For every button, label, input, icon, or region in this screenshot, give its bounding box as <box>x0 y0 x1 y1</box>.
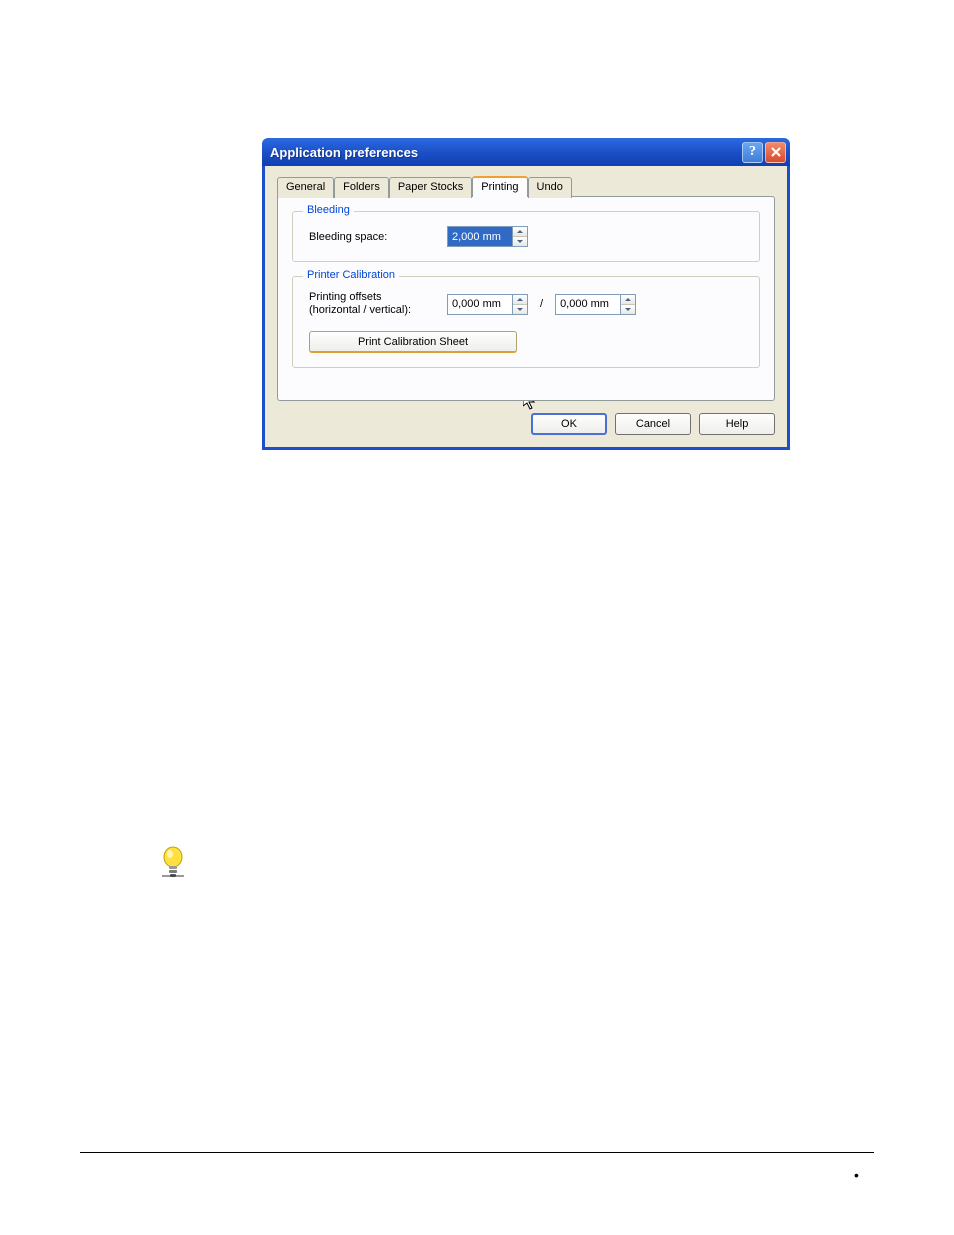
spin-down-button[interactable] <box>621 305 635 314</box>
bleeding-space-spinner[interactable] <box>447 226 528 247</box>
help-icon: ? <box>749 144 756 160</box>
offsets-label-line1: Printing offsets <box>309 291 439 304</box>
dialog: Application preferences ? General Folder… <box>262 138 790 450</box>
title-bar-buttons: ? <box>742 142 786 163</box>
lightbulb-icon <box>160 846 186 880</box>
offsets-label-line2: (horizontal / vertical): <box>309 304 439 317</box>
dialog-body: General Folders Paper Stocks Printing Un… <box>262 166 790 450</box>
spinner-buttons <box>620 294 636 315</box>
help-button[interactable]: Help <box>699 413 775 435</box>
bleeding-legend: Bleeding <box>303 204 354 216</box>
bleeding-space-input[interactable] <box>447 226 512 247</box>
context-help-button[interactable]: ? <box>742 142 763 163</box>
offset-separator: / <box>536 298 547 310</box>
dialog-button-row: OK Cancel Help <box>277 413 775 435</box>
title-bar[interactable]: Application preferences ? <box>262 138 790 166</box>
bleeding-row: Bleeding space: <box>309 226 747 247</box>
spin-up-button[interactable] <box>621 295 635 305</box>
chevron-down-icon <box>517 240 523 243</box>
spin-up-button[interactable] <box>513 227 527 237</box>
spin-down-button[interactable] <box>513 305 527 314</box>
window-title: Application preferences <box>270 145 742 160</box>
offset-horizontal-spinner[interactable] <box>447 294 528 315</box>
tab-undo[interactable]: Undo <box>528 177 572 198</box>
spin-up-button[interactable] <box>513 295 527 305</box>
tab-general[interactable]: General <box>277 177 334 198</box>
bleeding-space-label: Bleeding space: <box>309 231 439 243</box>
close-button[interactable] <box>765 142 786 163</box>
offsets-row: Printing offsets (horizontal / vertical)… <box>309 291 747 317</box>
chevron-down-icon <box>625 308 631 311</box>
spinner-buttons <box>512 294 528 315</box>
chevron-up-icon <box>625 298 631 301</box>
page-rule <box>80 1152 874 1153</box>
tab-panel-printing: Bleeding Bleeding space: Printer Calibra… <box>277 196 775 401</box>
spinner-buttons <box>512 226 528 247</box>
offsets-label: Printing offsets (horizontal / vertical)… <box>309 291 439 317</box>
bleeding-group: Bleeding Bleeding space: <box>292 211 760 262</box>
chevron-down-icon <box>517 308 523 311</box>
chevron-up-icon <box>517 230 523 233</box>
tab-strip: General Folders Paper Stocks Printing Un… <box>277 176 775 197</box>
offset-vertical-input[interactable] <box>555 294 620 315</box>
print-calibration-sheet-button[interactable]: Print Calibration Sheet <box>309 331 517 353</box>
tab-paper-stocks[interactable]: Paper Stocks <box>389 177 472 198</box>
spin-down-button[interactable] <box>513 237 527 246</box>
offset-vertical-spinner[interactable] <box>555 294 636 315</box>
ok-button[interactable]: OK <box>531 413 607 435</box>
offset-horizontal-input[interactable] <box>447 294 512 315</box>
printer-calibration-group: Printer Calibration Printing offsets (ho… <box>292 276 760 368</box>
close-icon <box>771 144 781 160</box>
tab-folders[interactable]: Folders <box>334 177 389 198</box>
calibration-legend: Printer Calibration <box>303 269 399 281</box>
chevron-up-icon <box>517 298 523 301</box>
tab-printing[interactable]: Printing <box>472 176 527 197</box>
page-bullet: • <box>854 1167 859 1183</box>
cancel-button[interactable]: Cancel <box>615 413 691 435</box>
